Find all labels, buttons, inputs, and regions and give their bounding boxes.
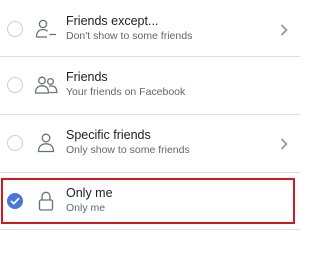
option-only-me[interactable]: Only me Only me — [0, 178, 300, 224]
radio-button[interactable] — [7, 77, 23, 93]
option-text: Friends Your friends on Facebook — [66, 69, 185, 99]
option-title: Friends — [66, 70, 108, 84]
option-text: Specific friends Only show to some frien… — [66, 127, 190, 157]
radio-button[interactable] — [7, 21, 23, 37]
friends-icon — [34, 73, 58, 97]
option-subtitle: Your friends on Facebook — [66, 86, 186, 98]
option-text: Friends except... Don't show to some fri… — [66, 13, 192, 43]
option-subtitle: Only show to some friends — [66, 144, 190, 156]
option-title: Friends except... — [66, 14, 159, 28]
lock-icon — [34, 189, 58, 213]
divider — [0, 114, 300, 115]
divider — [0, 229, 300, 230]
option-specific-friends[interactable]: Specific friends Only show to some frien… — [0, 120, 300, 166]
option-title: Specific friends — [66, 128, 151, 142]
audience-option-list: Friends except... Don't show to some fri… — [0, 0, 300, 266]
radio-button[interactable] — [7, 135, 23, 151]
option-title: Only me — [66, 186, 113, 200]
chevron-right-icon — [280, 23, 288, 36]
divider — [0, 172, 300, 173]
specific-friends-icon — [34, 131, 58, 155]
friends-except-icon — [34, 17, 58, 41]
chevron-right-icon — [280, 137, 288, 150]
option-subtitle: Don't show to some friends — [66, 30, 193, 42]
option-friends[interactable]: Friends Your friends on Facebook — [0, 62, 300, 108]
radio-button-checked[interactable] — [7, 193, 23, 209]
option-friends-except[interactable]: Friends except... Don't show to some fri… — [0, 6, 300, 52]
option-subtitle: Only me — [66, 202, 106, 214]
option-text: Only me Only me — [66, 185, 113, 215]
divider — [0, 56, 300, 57]
